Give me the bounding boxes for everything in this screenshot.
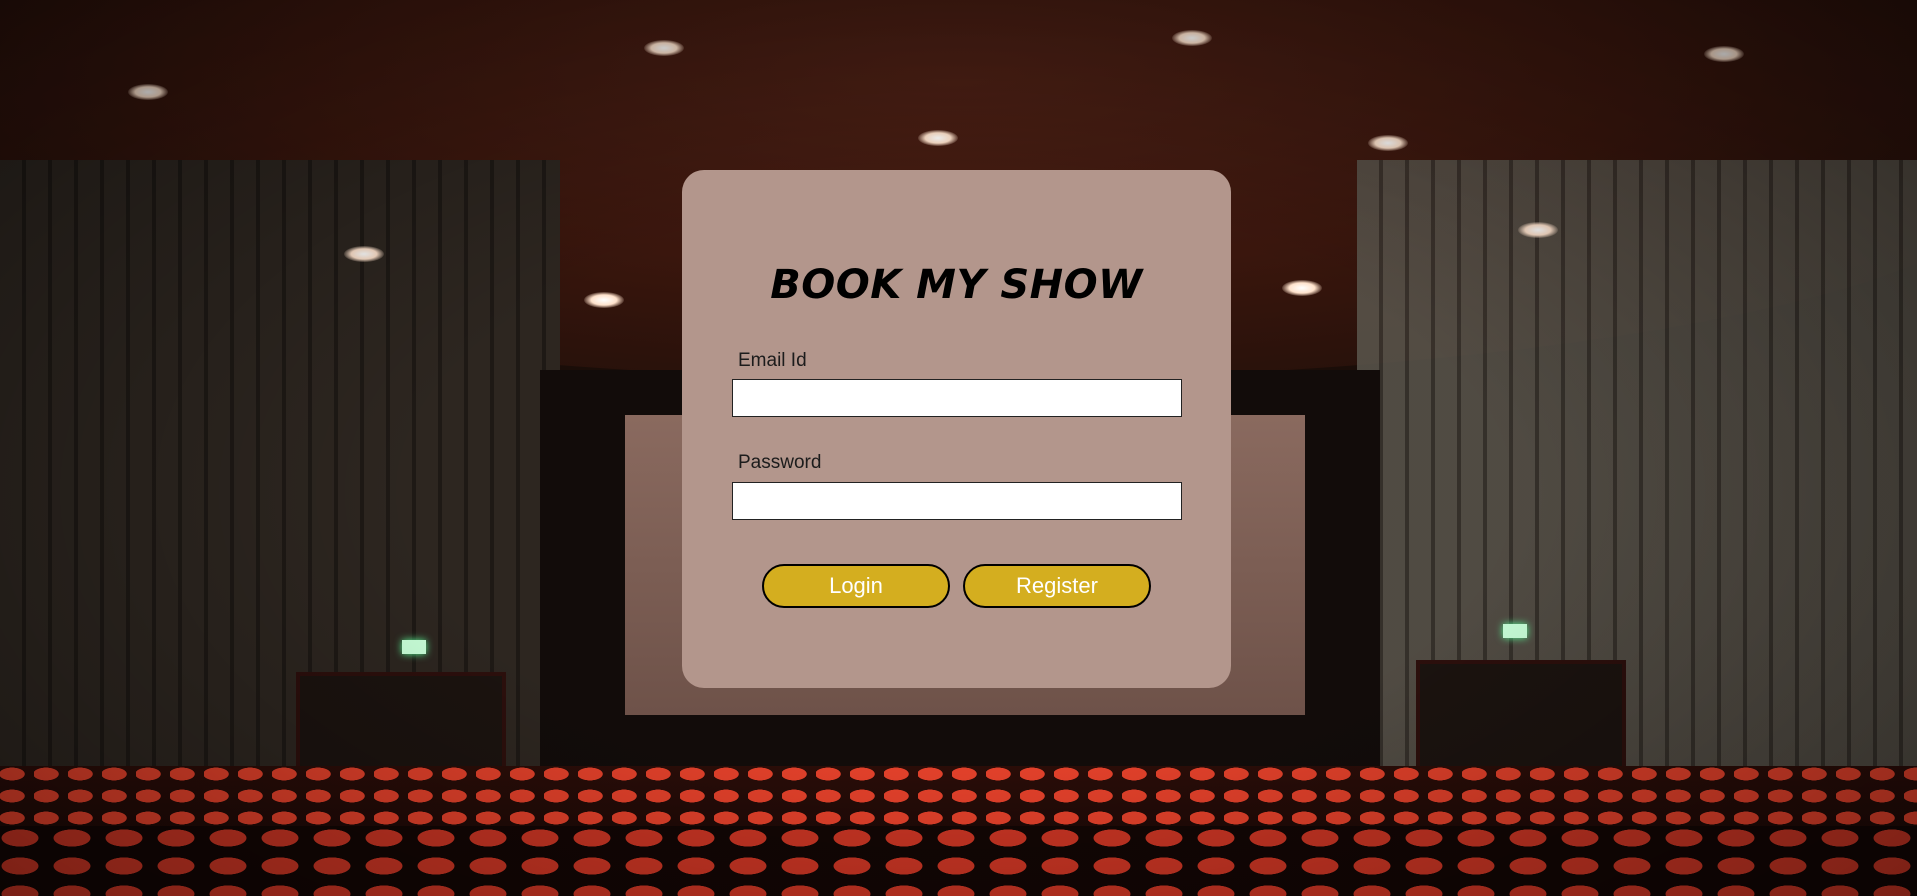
password-input[interactable] (732, 482, 1182, 520)
login-button[interactable]: Login (762, 564, 950, 608)
email-label: Email Id (738, 350, 807, 371)
email-input[interactable] (732, 379, 1182, 417)
register-button[interactable]: Register (963, 564, 1151, 608)
password-label: Password (738, 452, 822, 473)
login-card: BOOK MY SHOW Email Id Password Login Reg… (682, 170, 1231, 688)
app-title: BOOK MY SHOW (770, 262, 1143, 308)
